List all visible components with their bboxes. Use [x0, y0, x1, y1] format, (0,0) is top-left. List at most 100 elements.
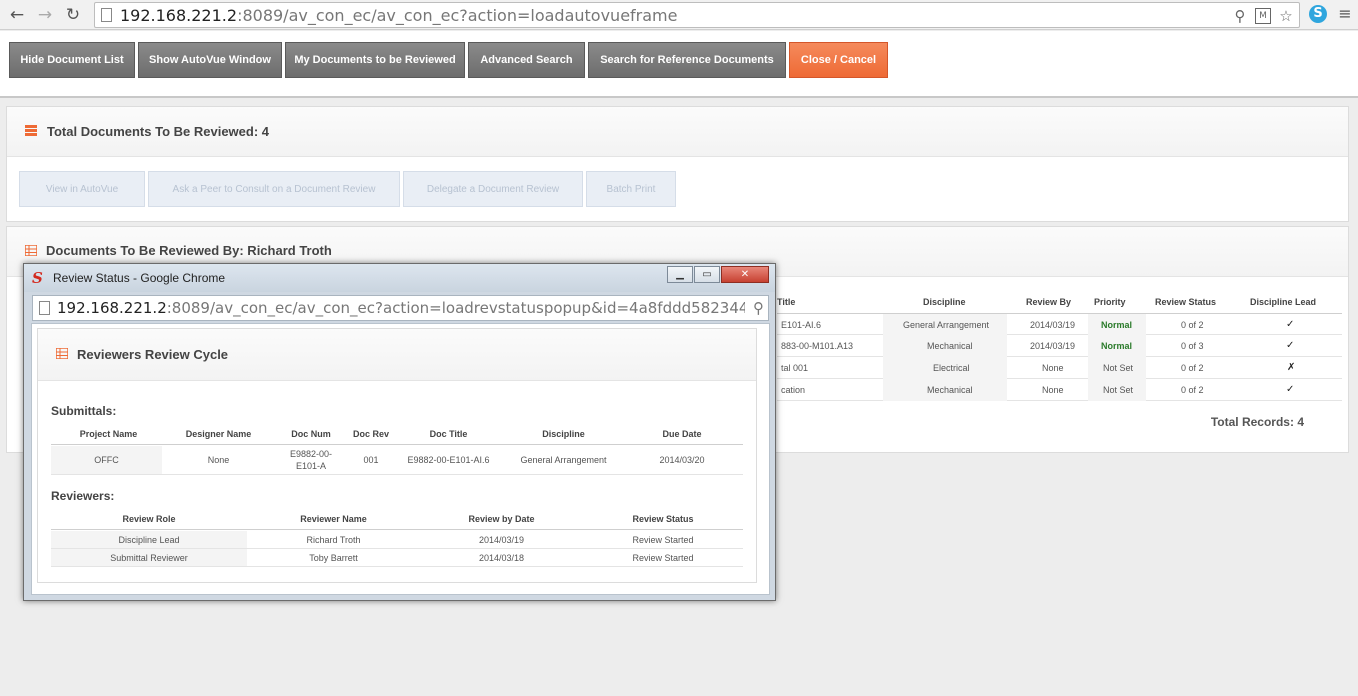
extension-icon[interactable]: M	[1255, 8, 1271, 24]
row-review-by: None	[1042, 363, 1064, 373]
close-icon[interactable]: ✕	[721, 266, 769, 283]
reviewers-review-cycle-panel: Reviewers Review Cycle Submittals: Proje…	[37, 328, 757, 583]
cell-project-name: OFFC	[94, 455, 119, 465]
row-discipline: Mechanical	[927, 341, 973, 351]
delegate-review-button[interactable]: Delegate a Document Review	[403, 171, 583, 207]
col-doc-rev: Doc Rev	[352, 429, 389, 439]
summary-panel-title: Total Documents To Be Reviewed: 4	[47, 124, 270, 139]
popup-content: Reviewers Review Cycle Submittals: Proje…	[31, 323, 770, 595]
table-row[interactable]: OFFC None E9882-00- E101-A 001 E9882-00-…	[51, 446, 743, 475]
row-review-by: 2014/03/19	[1030, 320, 1076, 330]
advanced-search-button[interactable]: Advanced Search	[468, 42, 585, 78]
row-discipline: Mechanical	[927, 385, 973, 395]
address-bar[interactable]: 192.168.221.2:8089/av_con_ec/av_con_ec?a…	[94, 2, 1300, 28]
reviewers-panel-header: Reviewers Review Cycle	[38, 329, 756, 381]
row-discipline: Electrical	[933, 363, 970, 373]
row-review-status: 0 of 3	[1181, 341, 1204, 351]
submittals-table: Project Name Designer Name Doc Num Doc R…	[51, 429, 743, 475]
zoom-icon[interactable]: ⚲	[753, 299, 764, 317]
zoom-icon[interactable]: ⚲	[1231, 7, 1249, 25]
row-review-status: 0 of 2	[1181, 320, 1204, 330]
reviewers-panel-title: Reviewers Review Cycle	[77, 347, 229, 362]
check-icon: ✓	[1286, 319, 1295, 330]
col-doc-title: Doc Title	[429, 429, 468, 439]
search-reference-documents-button[interactable]: Search for Reference Documents	[588, 42, 786, 78]
submittals-label: Submittals:	[51, 404, 117, 418]
table-row[interactable]: E101-AI.6 General Arrangement 2014/03/19…	[777, 313, 1342, 336]
maximize-icon[interactable]: ▭	[694, 266, 720, 283]
forward-arrow-icon[interactable]: →	[34, 4, 56, 26]
batch-print-button[interactable]: Batch Print	[586, 171, 676, 207]
app-logo-icon: S	[32, 269, 43, 287]
popup-address-url[interactable]: 192.168.221.2:8089/av_con_ec/av_con_ec?a…	[57, 299, 745, 317]
cell-reviewer-name: Toby Barrett	[309, 553, 358, 563]
cell-review-by-date: 2014/03/19	[478, 535, 525, 545]
check-icon: ✓	[1286, 384, 1295, 395]
reviewers-label: Reviewers:	[51, 489, 115, 503]
list-icon	[25, 125, 37, 136]
col-doc-num: Doc Num	[291, 429, 331, 439]
documents-table-header: Title Discipline Review By Priority Revi…	[777, 291, 1342, 313]
browser-toolbar: ← → ↻ 192.168.221.2:8089/av_con_ec/av_co…	[0, 0, 1358, 30]
star-icon[interactable]: ☆	[1277, 7, 1295, 25]
back-arrow-icon[interactable]: ←	[6, 4, 28, 26]
col-priority: Priority	[1094, 297, 1126, 307]
my-documents-button[interactable]: My Documents to be Reviewed	[285, 42, 465, 78]
table-icon	[56, 348, 68, 359]
cell-doc-rev: 001	[363, 455, 379, 465]
skype-icon[interactable]: S	[1309, 5, 1327, 23]
cell-doc-num: E101-A	[295, 461, 327, 471]
cell-doc-num: E9882-00-	[289, 449, 333, 459]
show-autovue-window-button[interactable]: Show AutoVue Window	[138, 42, 282, 78]
cell-designer-name: None	[207, 455, 230, 465]
col-review-status: Review Status	[1155, 297, 1217, 307]
cross-icon: ✗	[1287, 362, 1296, 373]
popup-titlebar[interactable]: S Review Status - Google Chrome ▁ ▭ ✕	[24, 264, 775, 292]
check-icon: ✓	[1286, 340, 1295, 351]
cell-discipline: General Arrangement	[520, 455, 607, 465]
row-title: tal 001	[781, 363, 809, 373]
review-status-popup: S Review Status - Google Chrome ▁ ▭ ✕ 19…	[23, 263, 776, 601]
cell-review-status: Review Started	[632, 535, 694, 545]
col-due-date: Due Date	[662, 429, 702, 439]
popup-window-title: Review Status - Google Chrome	[53, 271, 226, 285]
table-row[interactable]: Discipline Lead Richard Troth 2014/03/19…	[51, 531, 743, 549]
menu-icon[interactable]: ≡	[1336, 5, 1354, 23]
cell-reviewer-name: Richard Troth	[306, 535, 361, 545]
col-discipline: Discipline	[923, 297, 966, 307]
col-discipline: Discipline	[542, 429, 585, 439]
cell-due-date: 2014/03/20	[659, 455, 705, 465]
summary-panel-header: Total Documents To Be Reviewed: 4	[7, 107, 1348, 157]
reload-icon[interactable]: ↻	[62, 4, 84, 26]
row-review-by: 2014/03/19	[1030, 341, 1076, 351]
row-discipline: General Arrangement	[903, 320, 990, 330]
table-row[interactable]: tal 001 Electrical None Not Set 0 of 2 ✗	[777, 357, 1342, 379]
address-url[interactable]: 192.168.221.2:8089/av_con_ec/av_con_ec?a…	[120, 6, 677, 25]
minimize-icon[interactable]: ▁	[667, 266, 693, 283]
col-review-by: Review By	[1026, 297, 1072, 307]
summary-panel: Total Documents To Be Reviewed: 4 View i…	[6, 106, 1349, 222]
row-priority: Normal	[1101, 320, 1133, 330]
col-designer-name: Designer Name	[185, 429, 252, 439]
reviewers-table-header: Review Role Reviewer Name Review by Date…	[51, 514, 743, 530]
ask-peer-button[interactable]: Ask a Peer to Consult on a Document Revi…	[148, 171, 400, 207]
app-toolbar: Hide Document List Show AutoVue Window M…	[0, 31, 1358, 98]
reviewers-table: Review Role Reviewer Name Review by Date…	[51, 514, 743, 570]
table-row[interactable]: Submittal Reviewer Toby Barrett 2014/03/…	[51, 549, 743, 567]
close-cancel-button[interactable]: Close / Cancel	[789, 42, 888, 78]
col-discipline-lead: Discipline Lead	[1250, 297, 1317, 307]
col-reviewer-name: Reviewer Name	[300, 514, 367, 524]
col-title: Title	[777, 297, 796, 307]
table-row[interactable]: 883-00-M101.A13 Mechanical 2014/03/19 No…	[777, 335, 1342, 357]
popup-address-bar[interactable]: 192.168.221.2:8089/av_con_ec/av_con_ec?a…	[32, 295, 769, 321]
cell-review-role: Submittal Reviewer	[110, 553, 188, 563]
col-project-name: Project Name	[79, 429, 138, 439]
cell-review-role: Discipline Lead	[118, 535, 180, 545]
page-icon	[39, 301, 50, 315]
table-row[interactable]: cation Mechanical None Not Set 0 of 2 ✓	[777, 379, 1342, 401]
submittals-table-header: Project Name Designer Name Doc Num Doc R…	[51, 429, 743, 445]
view-in-autovue-button[interactable]: View in AutoVue	[19, 171, 145, 207]
row-priority: Not Set	[1103, 363, 1134, 373]
cell-review-status: Review Started	[632, 553, 694, 563]
hide-document-list-button[interactable]: Hide Document List	[9, 42, 135, 78]
